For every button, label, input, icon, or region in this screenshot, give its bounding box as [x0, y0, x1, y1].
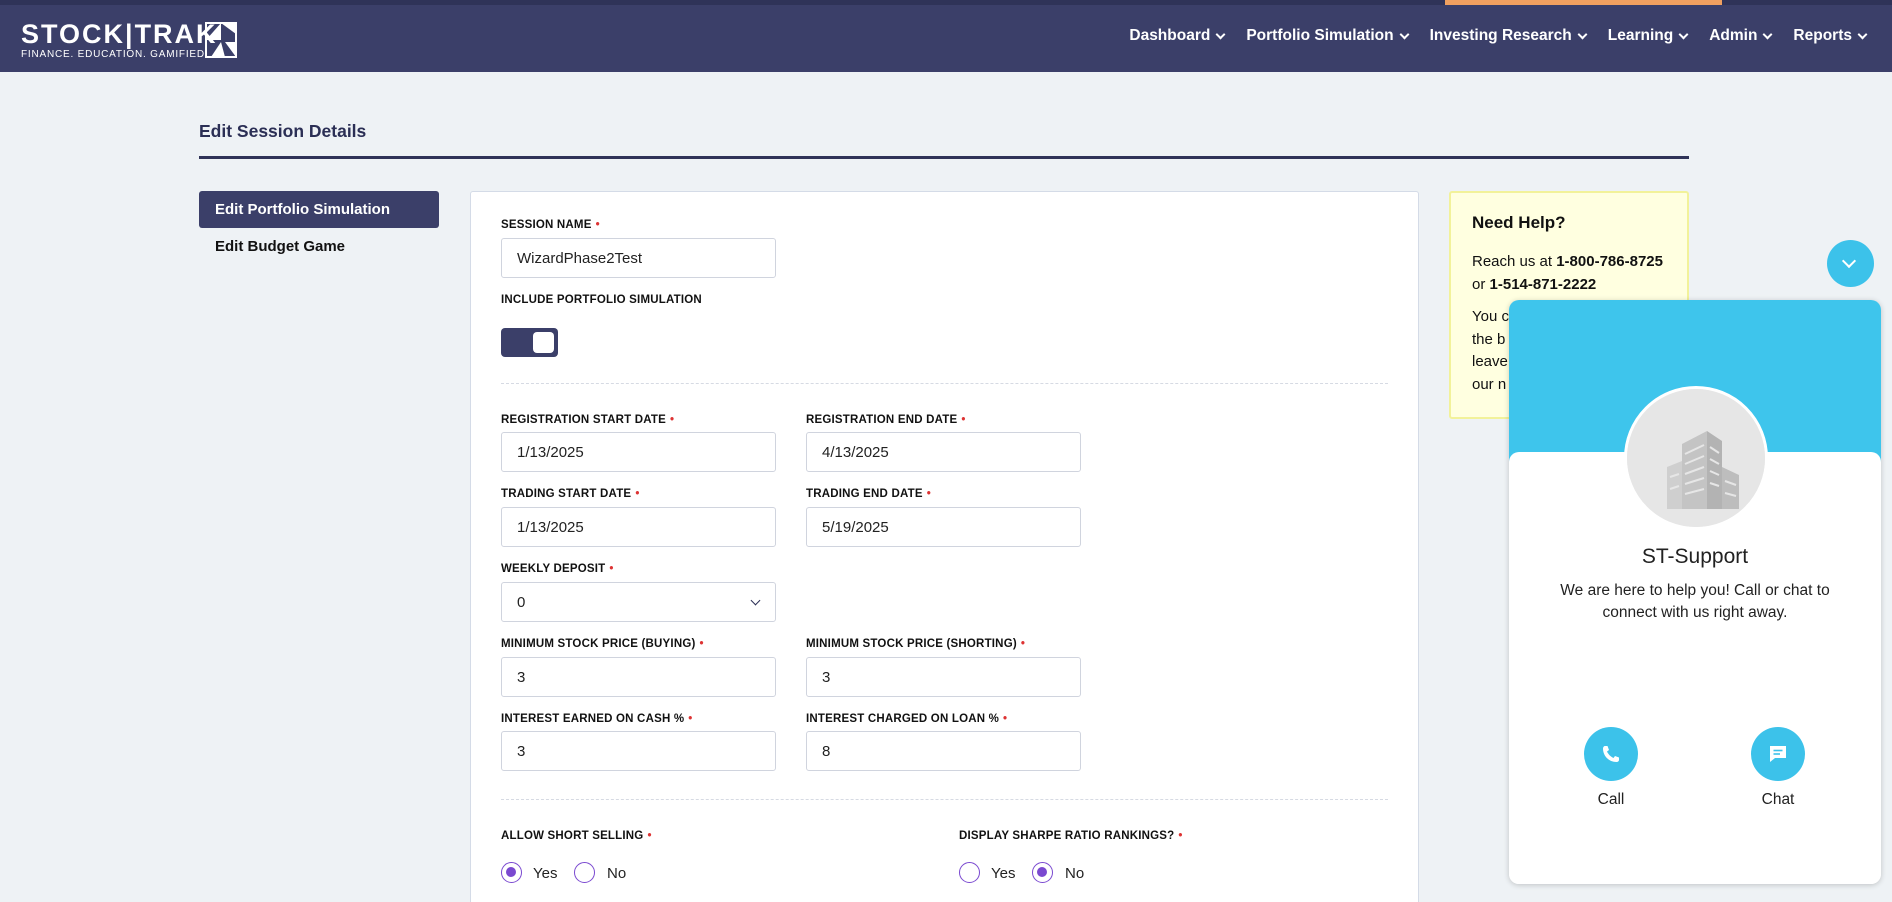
nav-learning[interactable]: Learning — [1608, 27, 1689, 45]
required-marker: • — [926, 488, 931, 500]
required-marker: • — [1003, 713, 1008, 725]
sharpe-no-label: No — [1065, 865, 1085, 882]
chevron-down-icon — [1762, 29, 1773, 39]
chevron-down-icon — [1678, 29, 1689, 39]
chat-button[interactable] — [1751, 727, 1805, 781]
help-phone-primary[interactable]: 1-800-786-8725 — [1556, 253, 1663, 270]
nav-portfolio-simulation[interactable]: Portfolio Simulation — [1246, 27, 1410, 45]
support-name: ST-Support — [1641, 545, 1749, 568]
required-marker: • — [595, 219, 600, 231]
required-marker: • — [647, 830, 652, 842]
trading-start-input[interactable]: 1/13/2025 — [501, 507, 776, 547]
support-description: We are here to help you! Call or chat to… — [1560, 582, 1830, 621]
interest-loan-label: INTEREST CHARGED ON LOAN % • — [806, 713, 1008, 725]
required-marker: • — [961, 414, 966, 426]
help-contact-text: Reach us at 1-800-786-8725 or 1-514-871-… — [1472, 253, 1663, 293]
include-portfolio-toggle[interactable] — [501, 328, 558, 357]
interest-cash-label: INTEREST EARNED ON CASH % • — [501, 713, 693, 725]
session-form-card: SESSION NAME • WizardPhase2Test INCLUDE P… — [470, 191, 1419, 902]
required-marker: • — [1178, 830, 1183, 842]
help-title: Need Help? — [1472, 213, 1566, 232]
widget-collapse-button[interactable] — [1827, 240, 1874, 287]
support-avatar — [1624, 386, 1768, 530]
short-selling-no-radio[interactable] — [574, 862, 595, 883]
page-title: Edit Session Details — [199, 121, 367, 141]
logo-tagline: FINANCE. EDUCATION. GAMIFIED. — [21, 49, 209, 60]
nav-reports[interactable]: Reports — [1793, 27, 1868, 45]
registration-end-input[interactable]: 4/13/2025 — [806, 432, 1081, 472]
call-button[interactable] — [1584, 727, 1638, 781]
include-portfolio-label: INCLUDE PORTFOLIO SIMULATION — [501, 294, 702, 306]
min-price-buying-label: MINIMUM STOCK PRICE (BUYING) • — [501, 638, 704, 650]
sharpe-no-radio[interactable] — [1032, 862, 1053, 883]
nav-investing-research[interactable]: Investing Research — [1430, 27, 1588, 45]
short-selling-label: ALLOW SHORT SELLING • — [501, 830, 652, 842]
sidebar-item-edit-budget-game[interactable]: Edit Budget Game — [215, 238, 345, 255]
short-selling-no-label: No — [607, 865, 627, 882]
notification-strip — [1445, 0, 1722, 5]
required-marker: • — [1020, 638, 1026, 650]
nav-dashboard[interactable]: Dashboard — [1129, 27, 1226, 45]
top-navbar: STOCK|TRAK FINANCE. EDUCATION. GAMIFIED.… — [0, 0, 1892, 72]
sidebar-item-edit-portfolio-simulation[interactable]: Edit Portfolio Simulation — [199, 191, 439, 228]
chat-icon — [1770, 746, 1786, 762]
required-marker: • — [688, 713, 693, 725]
chevron-down-icon — [1577, 29, 1588, 39]
registration-end-label: REGISTRATION END DATE • — [806, 414, 966, 426]
weekly-deposit-label: WEEKLY DEPOSIT • — [501, 563, 614, 575]
logo-mark-icon — [205, 22, 237, 58]
short-selling-yes-label: Yes — [533, 865, 558, 882]
section-divider — [501, 383, 1388, 384]
title-divider — [199, 156, 1689, 159]
short-selling-yes-radio[interactable] — [501, 862, 522, 883]
min-price-buying-input[interactable]: 3 — [501, 657, 776, 697]
session-name-input[interactable]: WizardPhase2Test — [501, 238, 776, 278]
logo-wordmark: STOCK|TRAK — [21, 19, 218, 49]
sharpe-ratio-label: DISPLAY SHARPE RATIO RANKINGS? • — [959, 830, 1183, 842]
support-widget: ST-Support We are here to help you! Call… — [1509, 300, 1881, 884]
sharpe-yes-label: Yes — [991, 865, 1016, 882]
chat-label: Chat — [1761, 791, 1795, 808]
chevron-down-icon — [1841, 253, 1857, 269]
min-price-shorting-label: MINIMUM STOCK PRICE (SHORTING) • — [806, 638, 1026, 650]
stocktrak-logo[interactable]: STOCK|TRAK FINANCE. EDUCATION. GAMIFIED. — [21, 19, 218, 60]
required-marker: • — [669, 414, 675, 426]
interest-cash-input[interactable]: 3 — [501, 731, 776, 771]
interest-loan-input[interactable]: 8 — [806, 731, 1081, 771]
session-name-label: SESSION NAME • — [501, 219, 600, 231]
chevron-down-icon — [1399, 29, 1410, 39]
trading-end-input[interactable]: 5/19/2025 — [806, 507, 1081, 547]
help-phone-secondary[interactable]: 1-514-871-2222 — [1490, 276, 1597, 293]
call-label: Call — [1597, 791, 1625, 808]
required-marker: • — [635, 488, 640, 500]
weekly-deposit-select[interactable]: 0 — [501, 582, 776, 622]
main-nav: Dashboard Portfolio Simulation Investing… — [1107, 27, 1868, 45]
trading-start-label: TRADING START DATE • — [501, 488, 640, 500]
registration-start-input[interactable]: 1/13/2025 — [501, 432, 776, 472]
toggle-knob — [533, 332, 554, 353]
chevron-down-icon — [1857, 29, 1868, 39]
section-divider — [501, 799, 1388, 800]
chevron-down-icon — [1215, 29, 1226, 39]
nav-admin[interactable]: Admin — [1709, 27, 1773, 45]
building-icon — [1627, 389, 1765, 527]
trading-end-label: TRADING END DATE • — [806, 488, 931, 500]
min-price-shorting-input[interactable]: 3 — [806, 657, 1081, 697]
required-marker: • — [699, 638, 704, 650]
registration-start-label: REGISTRATION START DATE • — [501, 414, 675, 426]
required-marker: • — [609, 563, 614, 575]
sharpe-yes-radio[interactable] — [959, 862, 980, 883]
phone-icon — [1603, 746, 1619, 762]
chevron-down-icon — [750, 595, 761, 606]
